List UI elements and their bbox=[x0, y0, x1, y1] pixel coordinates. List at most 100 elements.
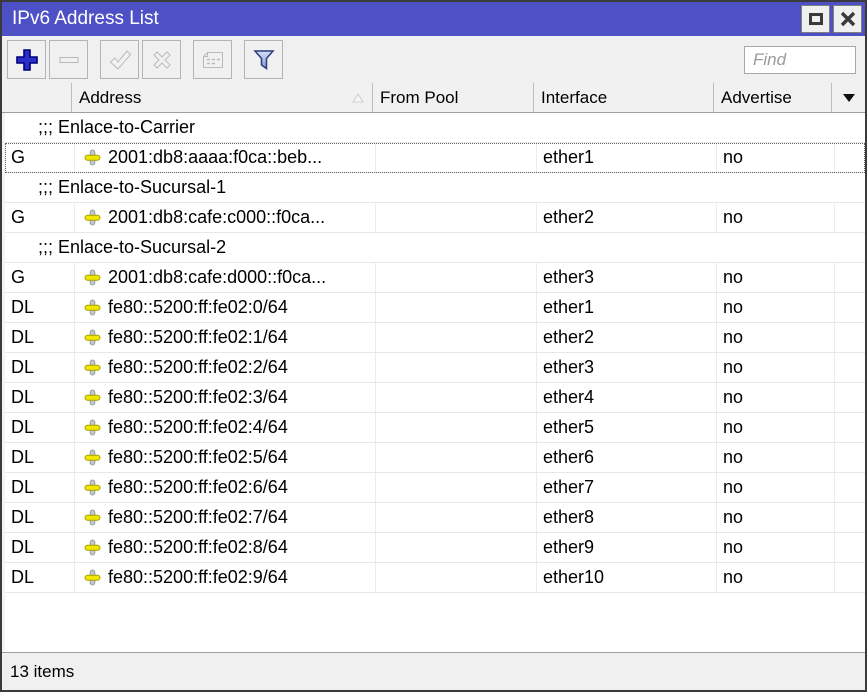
ipv6-address-icon bbox=[84, 569, 101, 586]
maximize-icon bbox=[809, 13, 823, 25]
table-row[interactable]: G 2001:db8:cafe:c000::f0ca... ether2 no bbox=[5, 203, 865, 233]
cell-flags: DL bbox=[5, 323, 75, 352]
find-input[interactable] bbox=[744, 46, 856, 74]
address-text: fe80::5200:ff:fe02:0/64 bbox=[108, 297, 288, 318]
filter-button[interactable] bbox=[244, 40, 283, 79]
cell-address: fe80::5200:ff:fe02:6/64 bbox=[75, 473, 376, 502]
cell-address: fe80::5200:ff:fe02:1/64 bbox=[75, 323, 376, 352]
cell-address: fe80::5200:ff:fe02:5/64 bbox=[75, 443, 376, 472]
address-text: 2001:db8:cafe:d000::f0ca... bbox=[108, 267, 326, 288]
cell-advertise: no bbox=[717, 503, 835, 532]
table-row[interactable]: DL fe80::5200:ff:fe02:2/64 ether3 no bbox=[5, 353, 865, 383]
cell-flags: DL bbox=[5, 413, 75, 442]
ipv6-address-icon bbox=[84, 509, 101, 526]
address-text: fe80::5200:ff:fe02:7/64 bbox=[108, 507, 288, 528]
comment-card-icon bbox=[200, 47, 226, 73]
cell-address: 2001:db8:cafe:d000::f0ca... bbox=[75, 263, 376, 292]
cell-interface: ether6 bbox=[537, 443, 717, 472]
cell-interface: ether9 bbox=[537, 533, 717, 562]
column-header-address-label: Address bbox=[79, 88, 141, 108]
comment-text: ;;; Enlace-to-Sucursal-1 bbox=[38, 177, 226, 198]
cell-interface: ether7 bbox=[537, 473, 717, 502]
table-row[interactable]: DL fe80::5200:ff:fe02:9/64 ether10 no bbox=[5, 563, 865, 593]
cell-interface: ether1 bbox=[537, 293, 717, 322]
column-header-from-pool[interactable]: From Pool bbox=[373, 83, 534, 112]
table-row[interactable]: DL fe80::5200:ff:fe02:1/64 ether2 no bbox=[5, 323, 865, 353]
cell-extra bbox=[835, 533, 865, 562]
ipv6-address-icon bbox=[84, 149, 101, 166]
cell-from-pool bbox=[376, 323, 537, 352]
address-text: fe80::5200:ff:fe02:9/64 bbox=[108, 567, 288, 588]
cell-advertise: no bbox=[717, 383, 835, 412]
address-text: fe80::5200:ff:fe02:1/64 bbox=[108, 327, 288, 348]
cell-advertise: no bbox=[717, 323, 835, 352]
cell-flags: G bbox=[5, 263, 75, 292]
table-row[interactable]: DL fe80::5200:ff:fe02:7/64 ether8 no bbox=[5, 503, 865, 533]
disable-button[interactable] bbox=[142, 40, 181, 79]
column-header-interface[interactable]: Interface bbox=[534, 83, 714, 112]
minus-icon bbox=[56, 47, 82, 73]
column-selector-button[interactable] bbox=[832, 83, 865, 112]
table-row[interactable]: DL fe80::5200:ff:fe02:5/64 ether6 no bbox=[5, 443, 865, 473]
ipv6-address-icon bbox=[84, 299, 101, 316]
ipv6-address-icon bbox=[84, 389, 101, 406]
column-header-advertise[interactable]: Advertise bbox=[714, 83, 832, 112]
cell-from-pool bbox=[376, 563, 537, 592]
comment-button[interactable] bbox=[193, 40, 232, 79]
table-row[interactable]: G 2001:db8:aaaa:f0ca::beb... ether1 no bbox=[5, 143, 865, 173]
cell-interface: ether2 bbox=[537, 323, 717, 352]
add-button[interactable] bbox=[7, 40, 46, 79]
maximize-button[interactable] bbox=[801, 5, 830, 33]
table-row[interactable]: DL fe80::5200:ff:fe02:4/64 ether5 no bbox=[5, 413, 865, 443]
table-header: Address From Pool Interface Advertise bbox=[2, 83, 865, 113]
cell-address: fe80::5200:ff:fe02:2/64 bbox=[75, 353, 376, 382]
checkmark-icon bbox=[107, 47, 133, 73]
address-text: 2001:db8:aaaa:f0ca::beb... bbox=[108, 147, 322, 168]
cell-flags: DL bbox=[5, 473, 75, 502]
ipv6-address-icon bbox=[84, 359, 101, 376]
remove-button[interactable] bbox=[49, 40, 88, 79]
ipv6-address-icon bbox=[84, 419, 101, 436]
address-text: fe80::5200:ff:fe02:5/64 bbox=[108, 447, 288, 468]
cell-interface: ether5 bbox=[537, 413, 717, 442]
comment-row[interactable]: ;;; Enlace-to-Carrier bbox=[5, 113, 865, 143]
ipv6-address-list-window: IPv6 Address List bbox=[0, 0, 867, 692]
table-row[interactable]: DL fe80::5200:ff:fe02:3/64 ether4 no bbox=[5, 383, 865, 413]
cross-icon bbox=[149, 47, 175, 73]
table-row[interactable]: DL fe80::5200:ff:fe02:8/64 ether9 no bbox=[5, 533, 865, 563]
ipv6-address-icon bbox=[84, 479, 101, 496]
table-row[interactable]: G 2001:db8:cafe:d000::f0ca... ether3 no bbox=[5, 263, 865, 293]
cell-flags: DL bbox=[5, 443, 75, 472]
comment-row[interactable]: ;;; Enlace-to-Sucursal-1 bbox=[5, 173, 865, 203]
column-header-address[interactable]: Address bbox=[72, 83, 373, 112]
table-row[interactable]: DL fe80::5200:ff:fe02:6/64 ether7 no bbox=[5, 473, 865, 503]
titlebar[interactable]: IPv6 Address List bbox=[2, 2, 865, 36]
enable-button[interactable] bbox=[100, 40, 139, 79]
address-text: fe80::5200:ff:fe02:3/64 bbox=[108, 387, 288, 408]
cell-interface: ether10 bbox=[537, 563, 717, 592]
address-text: fe80::5200:ff:fe02:6/64 bbox=[108, 477, 288, 498]
cell-interface: ether3 bbox=[537, 353, 717, 382]
comment-text: ;;; Enlace-to-Sucursal-2 bbox=[38, 237, 226, 258]
cell-address: fe80::5200:ff:fe02:0/64 bbox=[75, 293, 376, 322]
cell-extra bbox=[835, 383, 865, 412]
cell-address: 2001:db8:aaaa:f0ca::beb... bbox=[75, 143, 376, 172]
cell-interface: ether8 bbox=[537, 503, 717, 532]
ipv6-address-icon bbox=[84, 209, 101, 226]
table-row[interactable]: DL fe80::5200:ff:fe02:0/64 ether1 no bbox=[5, 293, 865, 323]
close-button[interactable] bbox=[833, 5, 862, 33]
cell-flags: DL bbox=[5, 533, 75, 562]
column-header-flags[interactable] bbox=[2, 83, 72, 112]
cell-address: fe80::5200:ff:fe02:7/64 bbox=[75, 503, 376, 532]
ipv6-address-icon bbox=[84, 269, 101, 286]
cell-from-pool bbox=[376, 353, 537, 382]
comment-row[interactable]: ;;; Enlace-to-Sucursal-2 bbox=[5, 233, 865, 263]
table-body[interactable]: ;;; Enlace-to-Carrier G 2001:db8:aaaa:f0… bbox=[2, 113, 865, 652]
cell-flags: DL bbox=[5, 293, 75, 322]
comment-text: ;;; Enlace-to-Carrier bbox=[38, 117, 195, 138]
address-text: fe80::5200:ff:fe02:2/64 bbox=[108, 357, 288, 378]
address-text: fe80::5200:ff:fe02:8/64 bbox=[108, 537, 288, 558]
cell-extra bbox=[835, 323, 865, 352]
ipv6-address-icon bbox=[84, 449, 101, 466]
funnel-icon bbox=[251, 47, 277, 73]
